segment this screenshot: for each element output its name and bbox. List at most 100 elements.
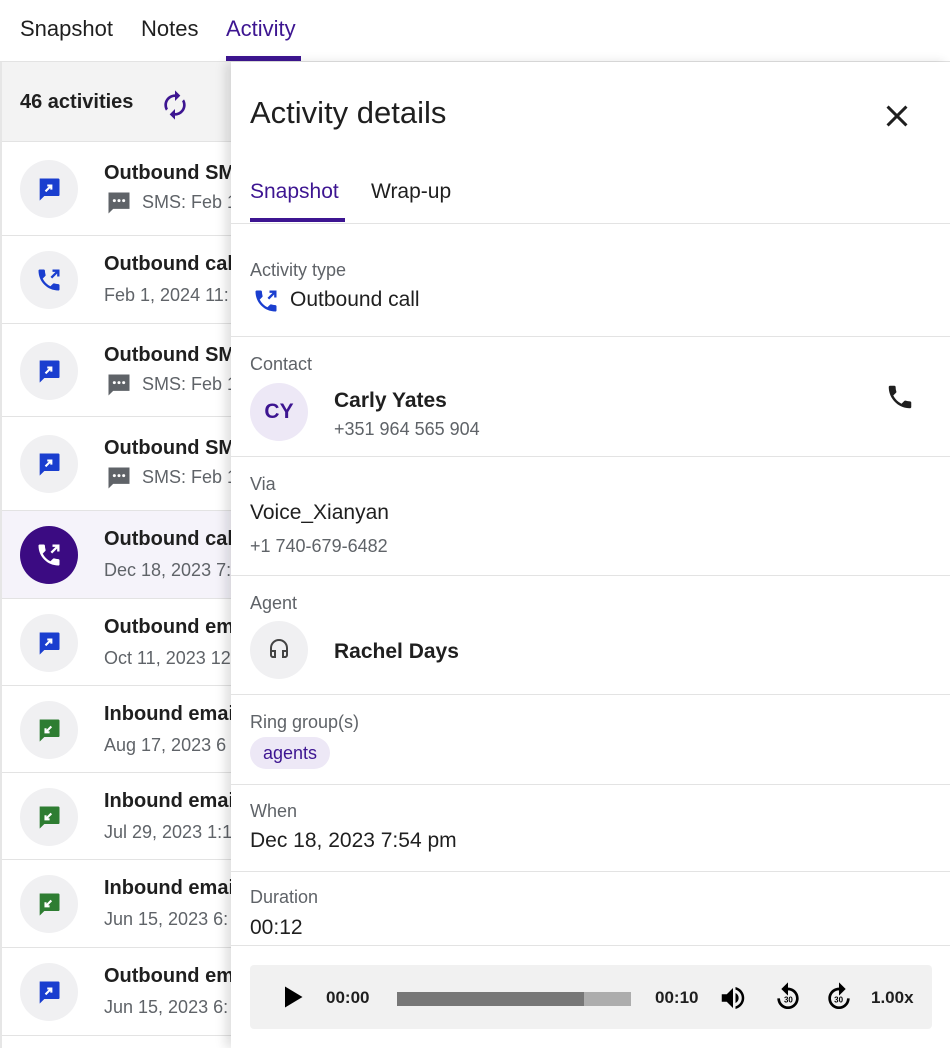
activity-avatar [20, 788, 78, 846]
activity-list-item[interactable]: Outbound email Oct 11, 2023 12 [2, 599, 240, 686]
agent-label: Agent [250, 593, 298, 613]
duration-label: Duration [250, 887, 319, 907]
call-outbound-icon [38, 544, 60, 566]
headset-icon [270, 639, 288, 658]
activity-type-value: Outbound call [290, 288, 420, 311]
call-outbound-icon [255, 290, 277, 312]
activity-list-item[interactable]: Outbound SMS SMS: Feb 1 [2, 142, 240, 236]
detail-tab-snapshot[interactable]: Snapshot [250, 180, 339, 204]
detail-tab-wrapup[interactable]: Wrap-up [371, 180, 451, 204]
call-outbound-icon [38, 269, 60, 291]
activity-subtitle-text: SMS: Feb 1 [142, 373, 238, 394]
activity-subtitle: Jun 15, 2023 6: [104, 909, 228, 930]
via-section: Via Voice_Xianyan +1 740-679-6482 [231, 457, 950, 576]
activity-avatar [20, 875, 78, 933]
playback-speed[interactable]: 1.00x [871, 988, 914, 1008]
activity-subtitle: SMS: Feb 1 [104, 371, 237, 399]
activity-subtitle-text: SMS: Feb 1 [142, 466, 238, 487]
chat-icon [108, 374, 130, 396]
total-time: 00:10 [655, 988, 699, 1007]
activity-subtitle: SMS: Feb 1 [104, 189, 237, 217]
activity-title: Outbound SMS [104, 162, 240, 184]
activity-title: Inbound email [104, 877, 240, 899]
agent-avatar [250, 621, 308, 679]
contact-phone: +351 964 565 904 [334, 419, 480, 439]
activity-list-item[interactable]: Outbound SMS SMS: Feb 1 [2, 324, 240, 417]
refresh-icon[interactable] [159, 89, 191, 121]
activity-list-header: 46 activities [2, 62, 240, 142]
tab-activity[interactable]: Activity [226, 16, 296, 42]
activity-type-label: Activity type [250, 260, 347, 280]
sms-outbound-icon [39, 360, 60, 383]
ring-groups-section: Ring group(s) agents [231, 695, 950, 785]
activity-type-section: Activity type Outbound call [231, 224, 950, 337]
activity-subtitle-text: Aug 17, 2023 6 [104, 735, 227, 755]
ring-group-chip: agents [250, 737, 331, 769]
activity-subtitle-text: Jun 15, 2023 6: [104, 909, 229, 929]
activity-subtitle: SMS: Feb 1 [104, 464, 237, 492]
tab-notes[interactable]: Notes [141, 16, 198, 42]
activity-avatar [20, 963, 78, 1021]
activity-subtitle: Dec 18, 2023 7: [104, 560, 231, 581]
activity-subtitle: Aug 17, 2023 6 [104, 735, 226, 756]
agent-section: Agent Rachel Days [231, 576, 950, 695]
activity-list-item[interactable]: Outbound email Jun 15, 2023 6: [2, 948, 240, 1036]
activity-avatar [20, 342, 78, 400]
phone-icon[interactable] [885, 382, 915, 412]
forward-seconds: 30 [834, 996, 843, 1005]
activity-title: Outbound SMS [104, 437, 240, 459]
close-icon[interactable] [879, 98, 915, 134]
tab-snapshot[interactable]: Snapshot [20, 16, 113, 42]
activity-subtitle-text: Feb 1, 2024 11: [104, 285, 229, 305]
activity-count: 46 activities [20, 91, 134, 113]
contact-label: Contact [250, 354, 313, 374]
activity-avatar [20, 435, 78, 493]
activity-title: Outbound call [104, 253, 239, 275]
when-section: When Dec 18, 2023 7:54 pm [231, 785, 950, 872]
activity-title: Outbound SMS [104, 344, 240, 366]
email-inbound-icon [39, 719, 60, 742]
activity-title: Outbound call [104, 528, 239, 550]
activity-list-item[interactable]: Inbound email Jun 15, 2023 6: [2, 860, 240, 948]
when-label: When [250, 801, 298, 821]
activity-subtitle-text: Dec 18, 2023 7: [104, 560, 232, 580]
activity-title: Inbound email [104, 790, 240, 812]
activity-subtitle-text: Jun 15, 2023 6: [104, 997, 229, 1017]
activity-avatar [20, 614, 78, 672]
activity-avatar [20, 526, 78, 584]
detail-tab-indicator [250, 218, 345, 222]
activity-title: Outbound email [104, 965, 240, 987]
email-inbound-icon [39, 893, 60, 916]
activity-avatar [20, 701, 78, 759]
duration-value: 00:12 [250, 916, 303, 939]
top-tab-bar: Snapshot Notes Activity [0, 0, 950, 62]
sms-outbound-icon [39, 178, 60, 201]
drawer-title: Activity details [250, 95, 447, 130]
play-icon[interactable] [278, 983, 306, 1011]
active-tab-indicator [226, 56, 301, 61]
chat-icon [108, 467, 130, 489]
volume-icon[interactable] [718, 983, 748, 1013]
rewind-seconds: 30 [784, 996, 793, 1005]
activity-avatar [20, 160, 78, 218]
rewind-30-icon[interactable]: 30 [772, 981, 804, 1013]
contact-section: Contact CY Carly Yates +351 964 565 904 [231, 337, 950, 457]
chat-icon [108, 192, 130, 214]
activity-list-item[interactable]: Outbound call Dec 18, 2023 7: [2, 511, 240, 599]
ring-groups-label: Ring group(s) [250, 712, 360, 732]
activity-list-item[interactable]: Outbound call Feb 1, 2024 11: [2, 236, 240, 324]
forward-30-icon[interactable]: 30 [823, 981, 855, 1013]
playback-progress-bar[interactable] [397, 992, 631, 1006]
sms-outbound-icon [39, 453, 60, 476]
activity-list-item[interactable]: Inbound email Aug 17, 2023 6 [2, 686, 240, 773]
activity-list-item[interactable]: Inbound email Jul 29, 2023 1:1 [2, 773, 240, 860]
activity-subtitle: Jun 15, 2023 6: [104, 997, 228, 1018]
activity-title: Inbound email [104, 703, 240, 725]
activity-list-item[interactable]: Outbound SMS SMS: Feb 1 [2, 417, 240, 511]
via-number: +1 740-679-6482 [250, 536, 388, 556]
contact-name[interactable]: Carly Yates [334, 389, 447, 413]
audio-player: 00:00 00:10 30 30 1.00x [250, 965, 932, 1029]
activity-list-pane: 46 activities Outbound SMS SMS: Feb 1 Outb… [0, 62, 240, 1048]
via-label: Via [250, 474, 276, 494]
via-value: Voice_Xianyan [250, 501, 389, 524]
